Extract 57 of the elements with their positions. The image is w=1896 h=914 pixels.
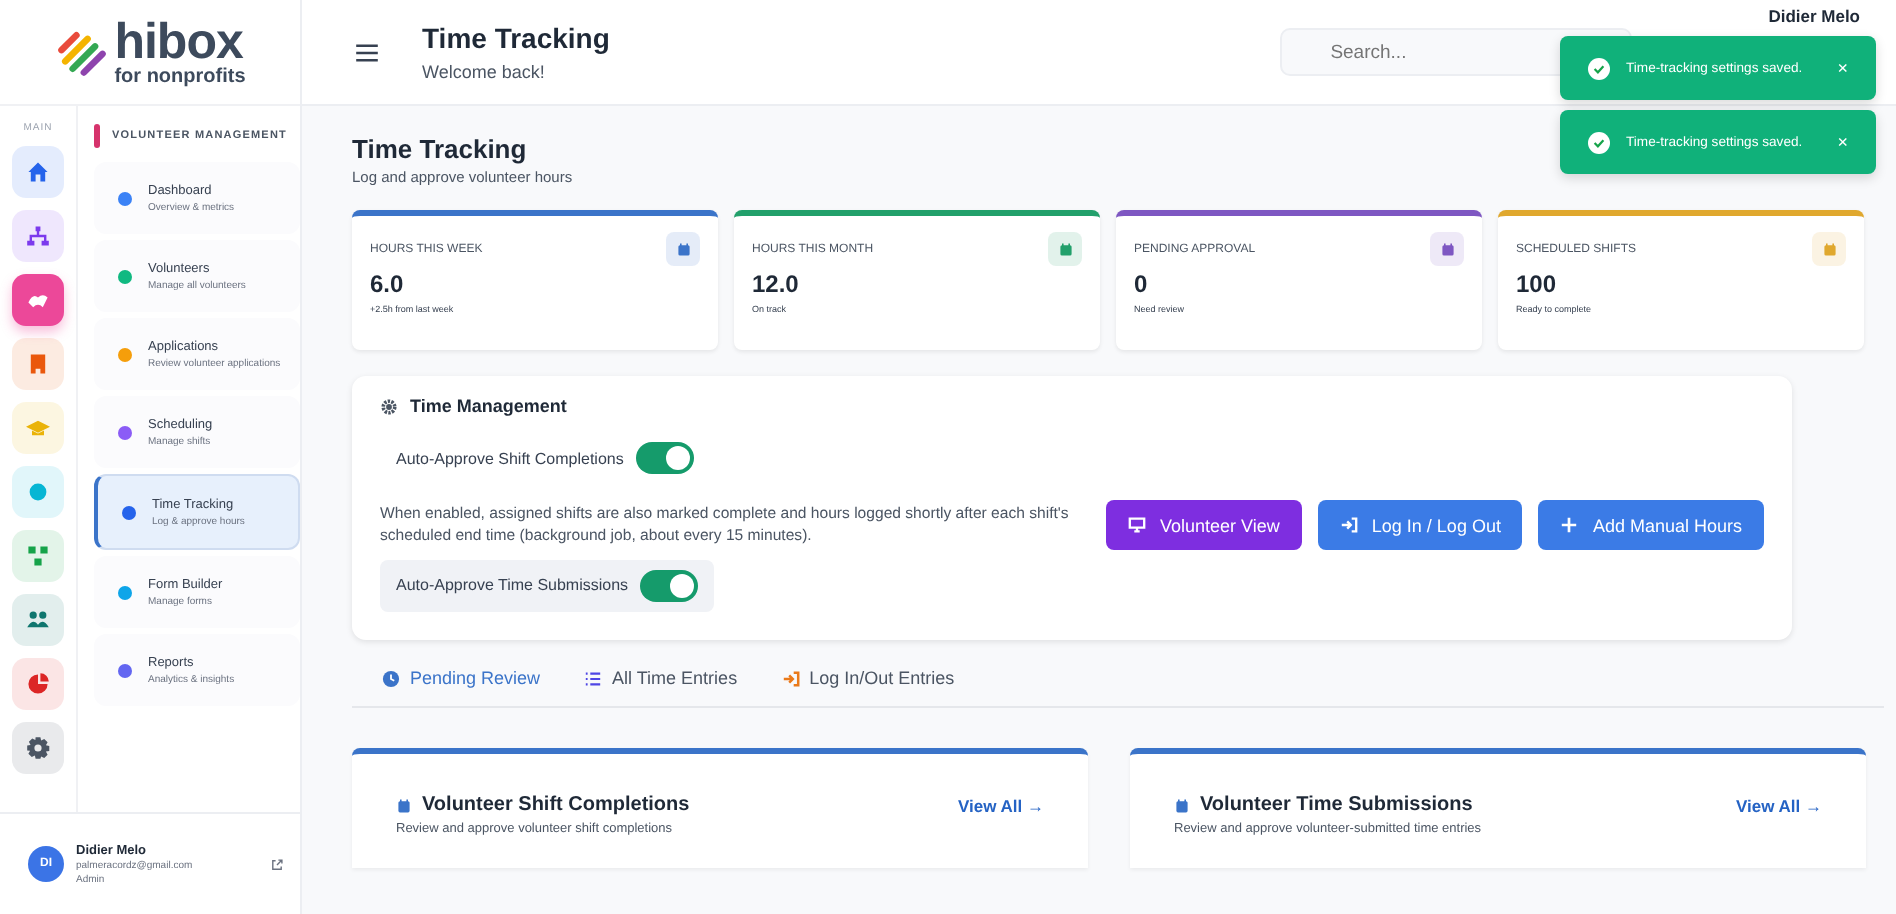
check-icon bbox=[1588, 131, 1610, 153]
settings-icon bbox=[26, 736, 50, 760]
brand-name: hibox bbox=[114, 17, 243, 67]
setting-label: Auto-Approve Time Submissions bbox=[396, 576, 629, 595]
rail-button[interactable] bbox=[12, 530, 64, 582]
panel-title: Volunteer Shift Completions bbox=[422, 794, 690, 816]
toggle-switch[interactable] bbox=[635, 442, 694, 474]
header-title: Time Tracking bbox=[422, 22, 612, 54]
people-icon bbox=[26, 608, 50, 632]
brand-tagline: for nonprofits bbox=[114, 67, 246, 87]
rail-button[interactable] bbox=[12, 594, 64, 646]
pie-chart-icon bbox=[26, 672, 50, 696]
external-link-icon[interactable] bbox=[270, 857, 284, 871]
action-button[interactable]: Volunteer View bbox=[1106, 500, 1302, 550]
graduation-cap-icon bbox=[26, 416, 50, 440]
calendar-icon bbox=[1174, 797, 1190, 813]
rail-button[interactable] bbox=[12, 274, 64, 326]
rail-button[interactable] bbox=[12, 658, 64, 710]
rail-button[interactable] bbox=[12, 338, 64, 390]
rail-button[interactable] bbox=[12, 210, 64, 262]
calendar-icon bbox=[396, 797, 412, 813]
calendar-icon bbox=[1048, 232, 1082, 266]
calendar-icon bbox=[1812, 232, 1846, 266]
monitor-icon bbox=[1128, 516, 1147, 534]
tab[interactable]: All Time Entries bbox=[584, 668, 738, 688]
stat-value: 0 bbox=[1134, 270, 1150, 298]
tab[interactable]: Log In/Out Entries bbox=[781, 668, 955, 688]
circle-icon bbox=[26, 480, 50, 504]
check-icon bbox=[1588, 57, 1610, 79]
stat-value: 12.0 bbox=[752, 270, 801, 298]
toggle-switch[interactable] bbox=[640, 569, 699, 602]
user-name: Didier Melo bbox=[1768, 6, 1860, 26]
plus-icon bbox=[1560, 516, 1579, 534]
building-icon bbox=[26, 352, 50, 376]
action-button[interactable]: Log In / Log Out bbox=[1317, 500, 1523, 550]
calendar-icon bbox=[1430, 232, 1464, 266]
page-title: Time Tracking bbox=[352, 134, 527, 164]
stat-value: 6.0 bbox=[370, 270, 406, 298]
card-title: Time Management bbox=[410, 396, 567, 416]
sign-in-icon bbox=[781, 669, 800, 687]
stat-value: 100 bbox=[1516, 270, 1559, 298]
list-icon bbox=[584, 669, 603, 687]
sitemap-icon bbox=[26, 224, 50, 248]
header-subtitle: Welcome back! bbox=[422, 62, 547, 82]
tab[interactable]: Pending Review bbox=[382, 668, 541, 688]
view-all-link[interactable]: View All → bbox=[1736, 795, 1822, 815]
menu-icon[interactable] bbox=[356, 43, 378, 61]
panel-title: Volunteer Time Submissions bbox=[1200, 794, 1473, 816]
calendar-icon bbox=[666, 232, 700, 266]
home-icon bbox=[26, 160, 50, 184]
clock-icon bbox=[382, 669, 400, 687]
view-all-link[interactable]: View All → bbox=[958, 795, 1044, 815]
action-button[interactable]: Add Manual Hours bbox=[1538, 500, 1764, 550]
rail-button[interactable] bbox=[12, 146, 64, 198]
sign-in-icon bbox=[1339, 516, 1358, 534]
rail-button[interactable] bbox=[12, 722, 64, 774]
setting-label: Auto-Approve Shift Completions bbox=[396, 449, 624, 467]
